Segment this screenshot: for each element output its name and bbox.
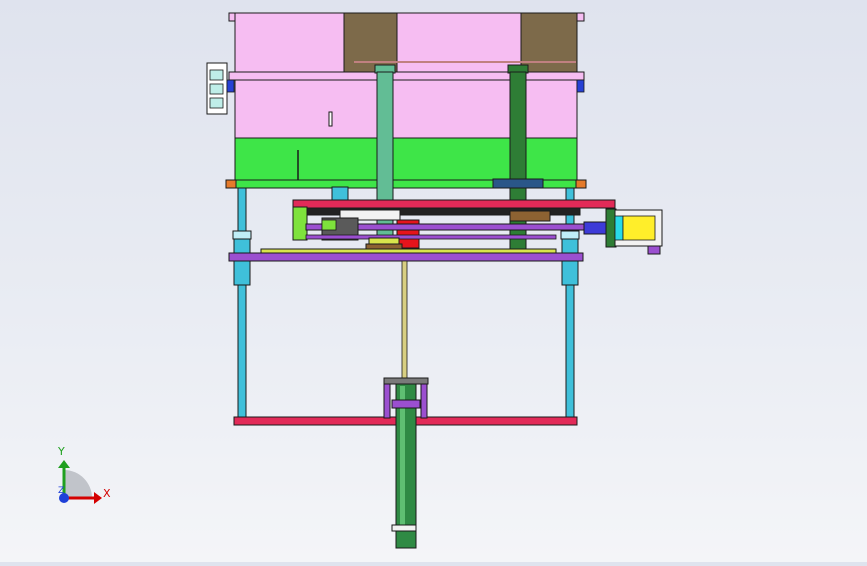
rod-left-bushing [233,238,251,286]
mold-core-right [520,12,578,73]
cylinder-end [395,530,417,549]
guide-rod-right[interactable] [560,187,580,418]
parting-strip [228,71,585,81]
cylinder-head [383,377,429,385]
cylinder-mount-right [420,383,428,419]
pillar-left-body [376,71,394,251]
piston-rod [401,260,408,380]
cad-viewport[interactable]: X Y Z [0,0,867,562]
cyan-bracket [331,186,349,202]
orientation-triad[interactable]: X Y Z [57,445,111,504]
motor-cyan-band [614,215,624,241]
mold-core-left [343,12,398,73]
rod-right-lower [565,284,575,418]
guide-rod-left[interactable] [232,187,252,418]
middle-crossbar[interactable] [228,248,584,262]
rod-right-collar [560,230,580,240]
clamp-bolt-right [576,79,585,93]
x-axis-label: X [103,487,111,500]
z-axis-label: Z [58,486,64,496]
rod-left-lower [237,284,247,418]
clamp-bolt [226,79,235,93]
y-axis-label: Y [57,445,65,458]
motor-bracket [647,245,661,255]
pillar-right-flange [492,178,544,189]
motor-yellow-body [622,215,656,241]
cylinder-mount-left [383,383,391,419]
rod-right-bushing [561,238,579,286]
x-axis-arrow-icon [94,492,102,504]
green-side-block [292,206,308,241]
clamp-block-2 [209,83,224,95]
cylinder-clamp [391,524,417,532]
pillar-left[interactable] [374,64,396,251]
pneumatic-cylinder[interactable] [383,377,429,549]
rod-left-collar [232,230,252,240]
motor-coupling [583,221,607,235]
upper-mold-assembly[interactable] [225,12,587,189]
triad-arc [64,470,92,498]
ejector-slot [328,111,333,127]
assembly-drawing: X Y Z [57,12,663,549]
clamp-block-3 [209,97,224,109]
pillar-right-body [509,71,527,251]
crossbar-main [228,252,584,262]
clamp-block-1 [209,69,224,81]
cylinder-collar [391,399,421,409]
lower-shaft [305,234,557,240]
y-axis-arrow-icon [58,460,70,468]
drive-motor[interactable] [583,208,663,255]
green-pad [321,219,337,231]
rod-left-upper [237,187,247,233]
top-beam [292,199,616,209]
brown-slider [509,210,551,222]
